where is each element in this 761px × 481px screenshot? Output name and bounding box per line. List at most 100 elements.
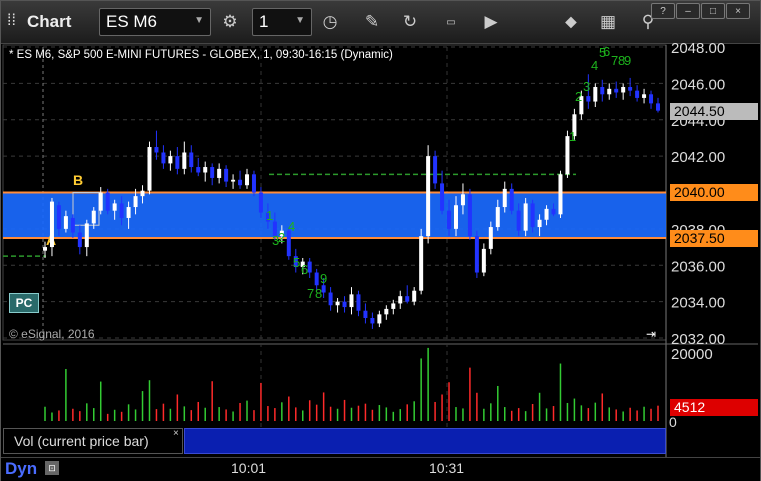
candle-body bbox=[43, 247, 47, 251]
candle-body bbox=[84, 223, 89, 248]
chart-window: ⁞⁞ Chart ES M6 ▼ ⚙ 1 ▼ ◷ ✎ ↻ ▭ ▶ ⬥ ▦ ⚲ ?… bbox=[0, 0, 761, 481]
sequence-count-label: 1 bbox=[569, 129, 576, 144]
marker-b: B bbox=[73, 172, 83, 188]
candle-body bbox=[328, 292, 333, 306]
candle-body bbox=[398, 296, 403, 304]
candle-body bbox=[642, 94, 647, 98]
candle-body bbox=[119, 203, 124, 218]
sequence-count-label: 3 bbox=[583, 79, 590, 94]
chart-header: * ES M6, S&P 500 E-MINI FUTURES - GLOBEX… bbox=[9, 49, 393, 61]
candle-body bbox=[147, 147, 152, 191]
candle-body bbox=[224, 168, 229, 182]
candle-body bbox=[370, 317, 375, 324]
candle-body bbox=[509, 188, 514, 211]
candle-body bbox=[105, 192, 110, 211]
candle-body bbox=[126, 207, 131, 218]
candle-body bbox=[189, 152, 194, 168]
sequence-count-label: 5 bbox=[293, 255, 300, 270]
close-icon[interactable]: × bbox=[173, 428, 179, 439]
candle-body bbox=[286, 230, 291, 257]
scroll-end-icon[interactable]: ⇥ bbox=[646, 327, 656, 341]
candle-body bbox=[168, 156, 173, 164]
candle-body bbox=[217, 168, 222, 178]
candle-body bbox=[600, 87, 605, 95]
candle-body bbox=[426, 156, 431, 237]
candle-body bbox=[628, 87, 633, 91]
price-tick-label: 2048.00 bbox=[671, 40, 725, 57]
candle-body bbox=[377, 314, 382, 324]
sequence-count-label: 3 bbox=[272, 233, 279, 248]
candle-body bbox=[607, 88, 612, 95]
candle-body bbox=[112, 203, 117, 211]
candle-body bbox=[98, 192, 103, 211]
sequence-count-label: 7 bbox=[307, 286, 314, 301]
candle-body bbox=[49, 201, 54, 248]
price-tick-label: 2046.00 bbox=[671, 76, 725, 93]
candle-body bbox=[161, 152, 166, 164]
candle-body bbox=[593, 87, 598, 102]
candle-body bbox=[356, 294, 361, 311]
candle-body bbox=[412, 290, 417, 302]
price-chart[interactable]: 2048.002046.002044.002042.002040.002038.… bbox=[1, 1, 760, 480]
candle-body bbox=[203, 167, 208, 173]
pc-badge[interactable]: PC bbox=[9, 293, 39, 313]
candle-body bbox=[621, 87, 626, 93]
candle-body bbox=[175, 156, 180, 169]
candle-body bbox=[614, 88, 619, 93]
candle-body bbox=[258, 192, 263, 213]
sequence-count-label: 4 bbox=[288, 219, 295, 234]
lock-icon[interactable]: ⊡ bbox=[45, 461, 59, 475]
sequence-count-label: 6 bbox=[301, 262, 308, 277]
candle-body bbox=[544, 208, 549, 220]
candle-body bbox=[63, 216, 68, 229]
candle-body bbox=[502, 188, 507, 208]
candle-body bbox=[481, 248, 486, 273]
candle-body bbox=[453, 205, 458, 229]
volume-info-bar bbox=[184, 428, 666, 454]
candle-body bbox=[238, 179, 243, 186]
candle-body bbox=[70, 217, 75, 233]
candle-body bbox=[91, 210, 96, 224]
candle-body bbox=[537, 219, 542, 228]
dyn-label[interactable]: Dyn bbox=[5, 459, 37, 479]
price-tick-label: 2034.00 bbox=[671, 295, 725, 312]
copyright-text: © eSignal, 2016 bbox=[9, 327, 95, 341]
candle-body bbox=[495, 207, 500, 228]
candle-body bbox=[307, 261, 312, 273]
candle-body bbox=[635, 90, 640, 98]
candle-body bbox=[384, 308, 389, 315]
sequence-count-label: 1 bbox=[266, 208, 273, 223]
volume-label: Vol (current price bar) bbox=[3, 428, 183, 454]
candle-body bbox=[523, 203, 528, 231]
candle-body bbox=[391, 303, 396, 309]
candle-body bbox=[586, 96, 591, 102]
volume-max-label: 20000 bbox=[671, 346, 713, 363]
sequence-count-label: 9 bbox=[320, 271, 327, 286]
time-label: 10:01 bbox=[231, 460, 267, 476]
sequence-count-label: 2 bbox=[575, 89, 582, 104]
time-label: 10:31 bbox=[429, 460, 465, 476]
candle-body bbox=[154, 147, 159, 153]
price-tick-label: 2036.00 bbox=[671, 258, 725, 275]
candle-body bbox=[349, 294, 354, 308]
candle-body bbox=[321, 285, 326, 293]
price-tag-lower: 2037.50 bbox=[670, 230, 758, 247]
candle-body bbox=[56, 205, 61, 229]
candle-body bbox=[433, 156, 438, 184]
candle-body bbox=[245, 174, 250, 186]
candle-body bbox=[516, 210, 521, 231]
candle-body bbox=[551, 208, 556, 215]
candle-body bbox=[558, 174, 563, 215]
candle-body bbox=[405, 296, 410, 302]
candle-body bbox=[440, 183, 445, 211]
candle-body bbox=[182, 152, 187, 169]
candle-body bbox=[140, 190, 145, 197]
price-tick-label: 2042.00 bbox=[671, 149, 725, 166]
candle-body bbox=[196, 167, 201, 173]
candle-body bbox=[649, 94, 654, 104]
candle-body bbox=[133, 196, 138, 208]
price-tag-upper: 2040.00 bbox=[670, 184, 758, 201]
candle-body bbox=[447, 210, 452, 229]
candle-body bbox=[363, 310, 368, 318]
price-tag-last: 2044.50 bbox=[670, 103, 758, 120]
